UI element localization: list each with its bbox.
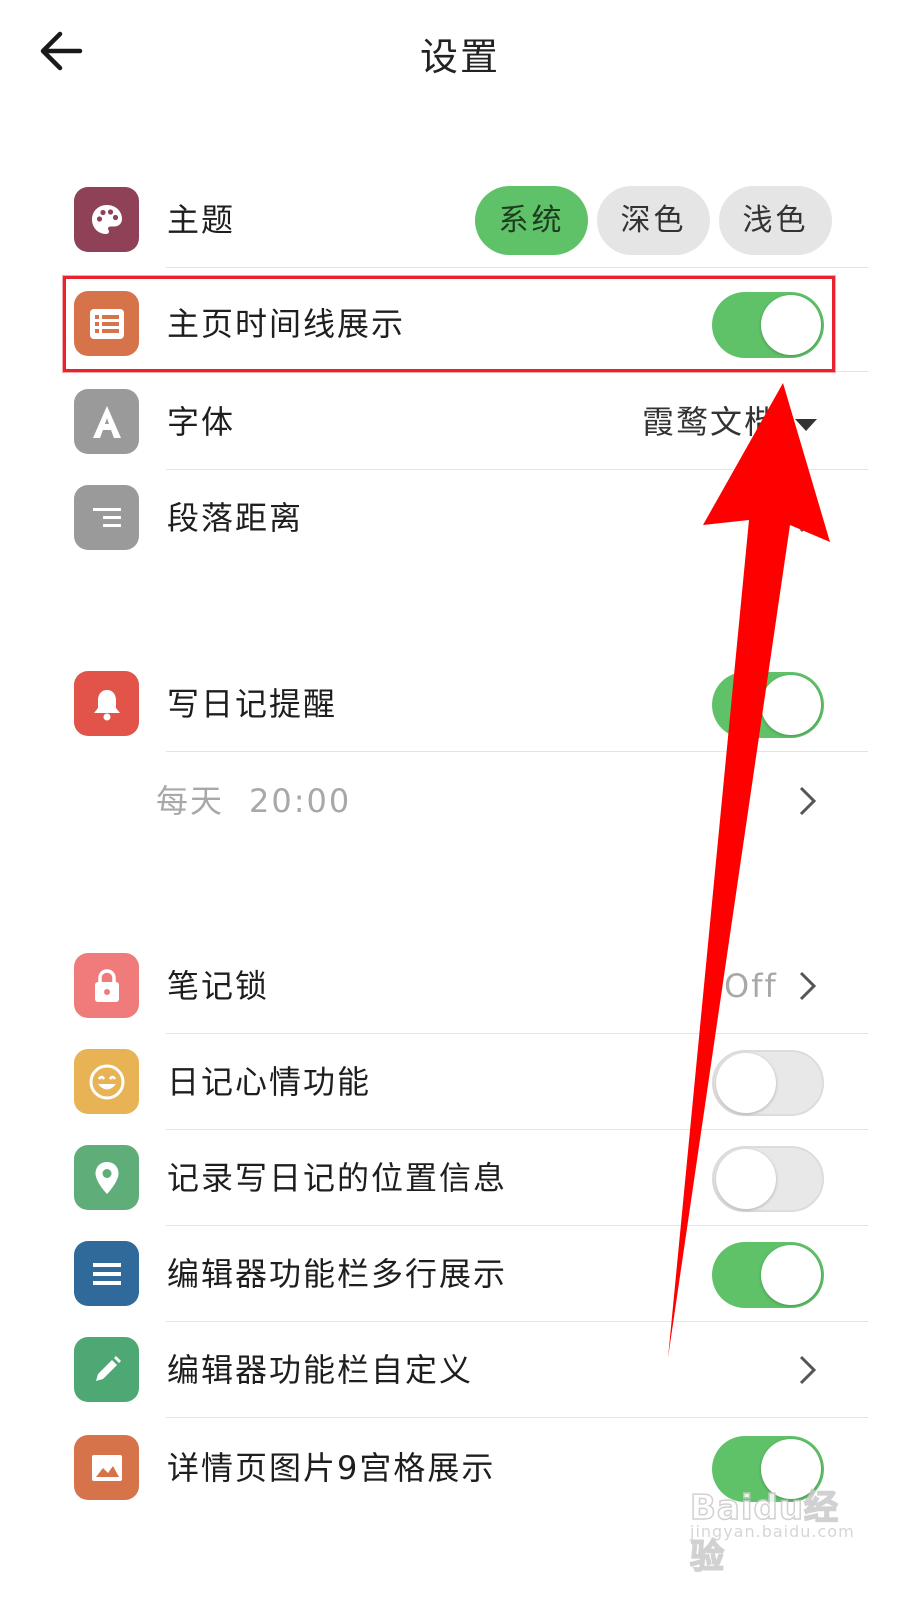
lock-row[interactable]: 笔记锁 Off: [0, 938, 920, 1034]
toggle-knob: [761, 1245, 821, 1305]
chevron-right-icon[interactable]: [796, 968, 820, 1004]
divider: [166, 267, 868, 268]
theme-option-light[interactable]: 浅色: [719, 186, 832, 255]
reminder-day: 每天: [156, 782, 225, 820]
header: 设置: [0, 0, 920, 110]
toggle-knob: [761, 675, 821, 735]
location-toggle[interactable]: [712, 1146, 824, 1212]
lock-value: Off: [724, 967, 778, 1005]
reminder-time: 20:00: [249, 782, 352, 820]
location-row: 记录写日记的位置信息: [0, 1130, 920, 1226]
reminder-row: 写日记提醒: [0, 656, 920, 752]
mood-toggle[interactable]: [712, 1050, 824, 1116]
font-label: 字体: [167, 403, 236, 441]
highlight-box: [63, 276, 835, 372]
reminder-schedule-row[interactable]: 每天 20:00: [0, 753, 920, 849]
align-right-icon: [74, 485, 139, 550]
chevron-right-icon[interactable]: [796, 1352, 820, 1388]
palette-icon: [74, 187, 139, 252]
letter-a-icon: [74, 389, 139, 454]
toolbar-multiline-toggle[interactable]: [712, 1242, 824, 1308]
divider: [166, 751, 868, 752]
toolbar-multiline-label: 编辑器功能栏多行展示: [167, 1255, 508, 1293]
reminder-label: 写日记提醒: [167, 685, 338, 723]
map-pin-icon: [74, 1145, 139, 1210]
lock-icon: [74, 953, 139, 1018]
watermark: Baidu经验 jingyan.baidu.com: [689, 1480, 860, 1578]
theme-option-system[interactable]: 系统: [475, 186, 588, 255]
mood-label: 日记心情功能: [167, 1063, 372, 1101]
paragraph-row[interactable]: 段落距离: [0, 470, 920, 566]
theme-option-dark[interactable]: 深色: [597, 186, 710, 255]
theme-label: 主题: [167, 201, 236, 239]
location-label: 记录写日记的位置信息: [167, 1159, 508, 1197]
watermark-url: jingyan.baidu.com: [690, 1522, 855, 1541]
dropdown-arrow-icon[interactable]: [794, 418, 818, 432]
font-row[interactable]: 字体 霞鹜文楷: [0, 374, 920, 470]
toolbar-custom-label: 编辑器功能栏自定义: [167, 1351, 474, 1389]
chevron-right-icon[interactable]: [796, 500, 820, 536]
paragraph-label: 段落距离: [167, 499, 304, 537]
divider: [166, 1417, 868, 1418]
bell-icon: [74, 671, 139, 736]
toolbar-custom-row[interactable]: 编辑器功能栏自定义: [0, 1322, 920, 1418]
toggle-knob: [716, 1053, 776, 1113]
smiley-icon: [74, 1049, 139, 1114]
page-title: 设置: [419, 35, 500, 79]
lock-label: 笔记锁: [167, 967, 270, 1005]
image-icon: [74, 1435, 139, 1500]
font-value[interactable]: 霞鹜文楷: [642, 374, 778, 470]
toolbar-multiline-row: 编辑器功能栏多行展示: [0, 1226, 920, 1322]
menu-lines-icon: [74, 1241, 139, 1306]
toggle-knob: [716, 1149, 776, 1209]
chevron-right-icon[interactable]: [796, 783, 820, 819]
mood-row: 日记心情功能: [0, 1034, 920, 1130]
pencil-icon: [74, 1337, 139, 1402]
image-grid-label: 详情页图片9宫格展示: [167, 1449, 496, 1487]
reminder-toggle[interactable]: [712, 672, 824, 738]
